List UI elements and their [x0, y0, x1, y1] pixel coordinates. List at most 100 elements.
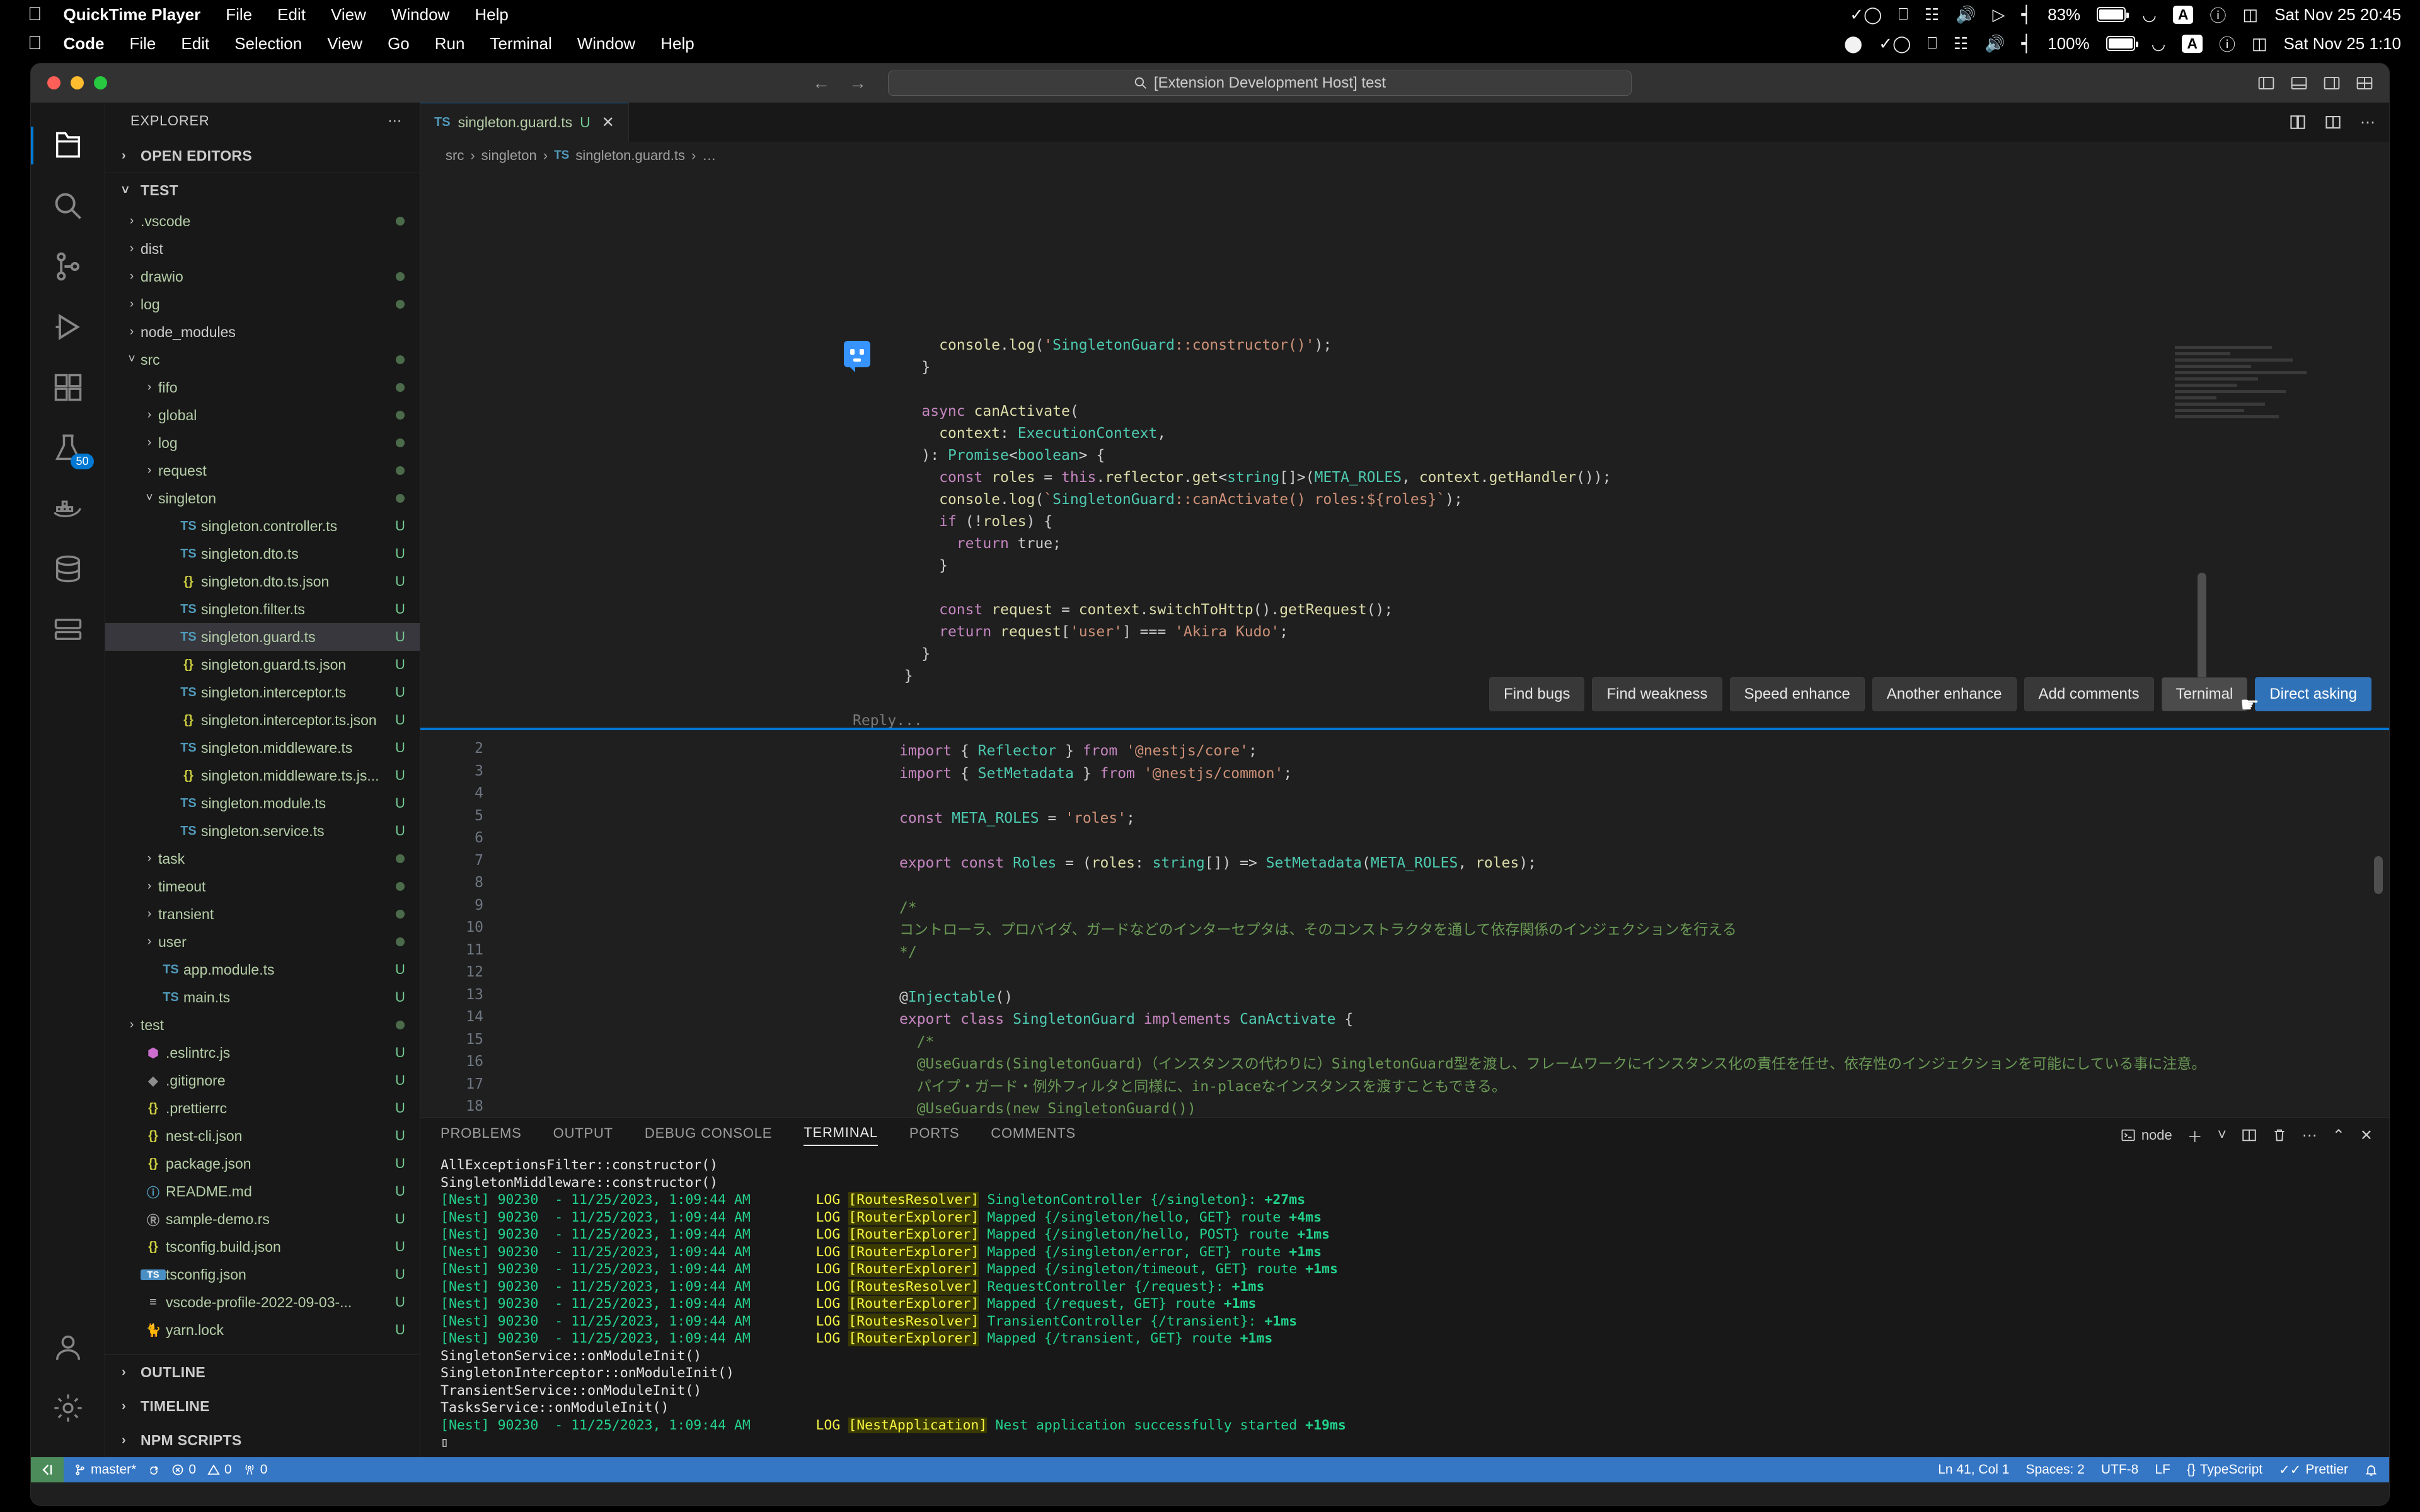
panel-tab-problems[interactable]: PROBLEMS — [441, 1125, 522, 1145]
control-center-icon-2[interactable]: ◫ — [2252, 34, 2267, 54]
go-forward-button[interactable]: → — [849, 73, 867, 93]
assistant-button-another-enhance[interactable]: Another enhance — [1872, 677, 2017, 711]
open-editors-section[interactable]: › OPEN EDITORS — [105, 139, 420, 173]
breadcrumb-file[interactable]: singleton.guard.ts — [575, 147, 685, 164]
outline-section[interactable]: › OUTLINE — [105, 1355, 420, 1389]
tree-folder-row[interactable]: › task — [105, 845, 420, 873]
minimize-window-button[interactable] — [71, 76, 84, 89]
tree-file-row[interactable]: TS singleton.module.ts U — [105, 789, 420, 817]
tree-file-row[interactable]: TS singleton.filter.ts U — [105, 595, 420, 623]
sidebar-item-docker[interactable] — [31, 478, 105, 539]
display-icon[interactable]: ⎕ — [1898, 4, 1908, 25]
indentation[interactable]: Spaces: 2 — [2025, 1462, 2084, 1477]
code-editor[interactable]: 2345678910111213141516171819 import { Re… — [420, 730, 2389, 1117]
code-menu-terminal[interactable]: Terminal — [490, 34, 551, 54]
sidebar-item-source-control[interactable] — [31, 236, 105, 297]
status-radio-tower[interactable]: 0 — [243, 1462, 267, 1477]
customize-layout-icon[interactable] — [2356, 75, 2373, 91]
sidebar-item-run-and-debug[interactable] — [31, 297, 105, 357]
clock-label-2[interactable]: Sat Nov 25 1:10 — [2284, 34, 2401, 54]
split-terminal-icon[interactable] — [2242, 1128, 2257, 1143]
tree-file-row[interactable]: TS main.ts U — [105, 983, 420, 1011]
tree-folder-row[interactable]: › dist — [105, 235, 420, 263]
wifi-icon[interactable]: ◡ — [2142, 5, 2157, 25]
toggle-secondary-sidebar-icon[interactable] — [2324, 75, 2340, 91]
clock-label[interactable]: Sat Nov 25 20:45 — [2274, 5, 2401, 25]
tree-folder-row[interactable]: › global — [105, 401, 420, 429]
editor-tab-singleton-guard[interactable]: TS singleton.guard.ts U ✕ — [420, 103, 629, 142]
editor-scrollbar[interactable] — [2374, 856, 2383, 894]
tree-folder-row[interactable]: › fifo — [105, 374, 420, 401]
tree-file-row[interactable]: ◆ .gitignore U — [105, 1067, 420, 1094]
toggle-panel-icon[interactable] — [2291, 75, 2307, 91]
tree-file-row[interactable]: {} package.json U — [105, 1150, 420, 1177]
new-terminal-icon[interactable]: ＋ — [2187, 1125, 2203, 1147]
record-icon[interactable]: ⬤ — [1844, 34, 1862, 54]
sidebar-item-explorer[interactable] — [31, 115, 105, 176]
display-icon-2[interactable]: ⎕ — [1927, 33, 1937, 54]
panel-tab-ports[interactable]: PORTS — [909, 1125, 959, 1145]
split-editor-icon[interactable] — [2325, 114, 2341, 130]
checkmark-shield-icon[interactable]: ✓◯ — [1850, 5, 1882, 25]
maximize-panel-icon[interactable]: ⌃ — [2332, 1126, 2345, 1145]
panel-tab-comments[interactable]: COMMENTS — [991, 1125, 1076, 1145]
battery-charging-icon[interactable] — [2097, 7, 2129, 22]
input-source-icon-2[interactable]: A — [2182, 34, 2203, 53]
tree-file-row[interactable]: TS tsconfig.json U — [105, 1261, 420, 1288]
tree-folder-row[interactable]: › test — [105, 1011, 420, 1039]
tree-file-row[interactable]: {} tsconfig.build.json U — [105, 1233, 420, 1261]
eol[interactable]: LF — [2155, 1462, 2170, 1477]
tree-folder-row[interactable]: › node_modules — [105, 318, 420, 346]
command-center-search[interactable]: [Extension Development Host] test — [888, 70, 1632, 96]
tree-folder-row[interactable]: › user — [105, 928, 420, 956]
terminal-profile-chip[interactable]: node — [2121, 1127, 2172, 1143]
panel-tab-debug-console[interactable]: DEBUG CONSOLE — [645, 1125, 772, 1145]
code-menu-help[interactable]: Help — [660, 34, 694, 54]
code-menu-window[interactable]: Window — [577, 34, 635, 54]
volume-icon-2[interactable]: 🔊 — [1985, 34, 2005, 54]
cursor-position[interactable]: Ln 41, Col 1 — [1938, 1462, 2009, 1477]
breadcrumb-singleton[interactable]: singleton — [481, 147, 537, 164]
tree-folder-row[interactable]: › log — [105, 290, 420, 318]
tree-file-row[interactable]: TS app.module.ts U — [105, 956, 420, 983]
panel-tab-terminal[interactable]: TERMINAL — [804, 1125, 878, 1146]
checkmark-shield-icon-2[interactable]: ✓◯ — [1879, 34, 1911, 54]
sidebar-item-testing[interactable]: 50 — [31, 418, 105, 478]
volume-icon[interactable]: 🔊 — [1956, 5, 1976, 25]
tree-file-row[interactable]: {} singleton.guard.ts.json U — [105, 651, 420, 679]
tree-folder-row[interactable]: ˅ singleton — [105, 484, 420, 512]
tree-folder-row[interactable]: › timeout — [105, 873, 420, 900]
code-menu-view[interactable]: View — [327, 34, 362, 54]
battery-charging-icon-2[interactable] — [2106, 36, 2138, 51]
tree-file-row[interactable]: {} singleton.interceptor.ts.json U — [105, 706, 420, 734]
bell-icon[interactable] — [2365, 1463, 2378, 1477]
input-source-icon[interactable]: A — [2172, 5, 2194, 24]
tree-folder-row[interactable]: › .vscode — [105, 207, 420, 235]
close-icon[interactable]: ✕ — [602, 113, 614, 132]
tree-folder-row[interactable]: › log — [105, 429, 420, 457]
breadcrumb-src[interactable]: src — [446, 147, 464, 164]
menu-item-help[interactable]: Help — [475, 5, 508, 25]
assistant-button-ternimal[interactable]: Ternimal — [2161, 677, 2248, 711]
menu-item-window[interactable]: Window — [391, 5, 449, 25]
battery-bar-icon[interactable]: ☷ — [1925, 5, 1939, 25]
menu-app-name[interactable]: QuickTime Player — [64, 5, 201, 25]
ellipsis-icon[interactable]: ⋯ — [388, 113, 402, 129]
assistant-button-find-weakness[interactable]: Find weakness — [1592, 677, 1722, 711]
maximize-window-button[interactable] — [94, 76, 107, 89]
bluetooth-icon[interactable]: ┥ — [2021, 5, 2031, 25]
tree-file-row[interactable]: {} singleton.middleware.ts.js... U — [105, 762, 420, 789]
breadcrumb-more[interactable]: … — [702, 147, 716, 164]
status-branch[interactable]: master* — [74, 1462, 136, 1477]
npm-scripts-section[interactable]: › NPM SCRIPTS — [105, 1423, 420, 1457]
tree-folder-row[interactable]: ˅ src — [105, 346, 420, 374]
sidebar-item-extensions[interactable] — [31, 357, 105, 418]
menu-item-view[interactable]: View — [331, 5, 366, 25]
tree-file-row[interactable]: TS singleton.dto.ts U — [105, 540, 420, 568]
settings-gear-icon[interactable] — [31, 1378, 105, 1438]
code-menu-app-name[interactable]: Code — [64, 34, 105, 54]
tree-file-row[interactable]: ⓘ README.md U — [105, 1177, 420, 1205]
sidebar-item-search[interactable] — [31, 176, 105, 236]
tree-folder-row[interactable]: › transient — [105, 900, 420, 928]
tree-file-row[interactable]: 🐈 yarn.lock U — [105, 1316, 420, 1344]
